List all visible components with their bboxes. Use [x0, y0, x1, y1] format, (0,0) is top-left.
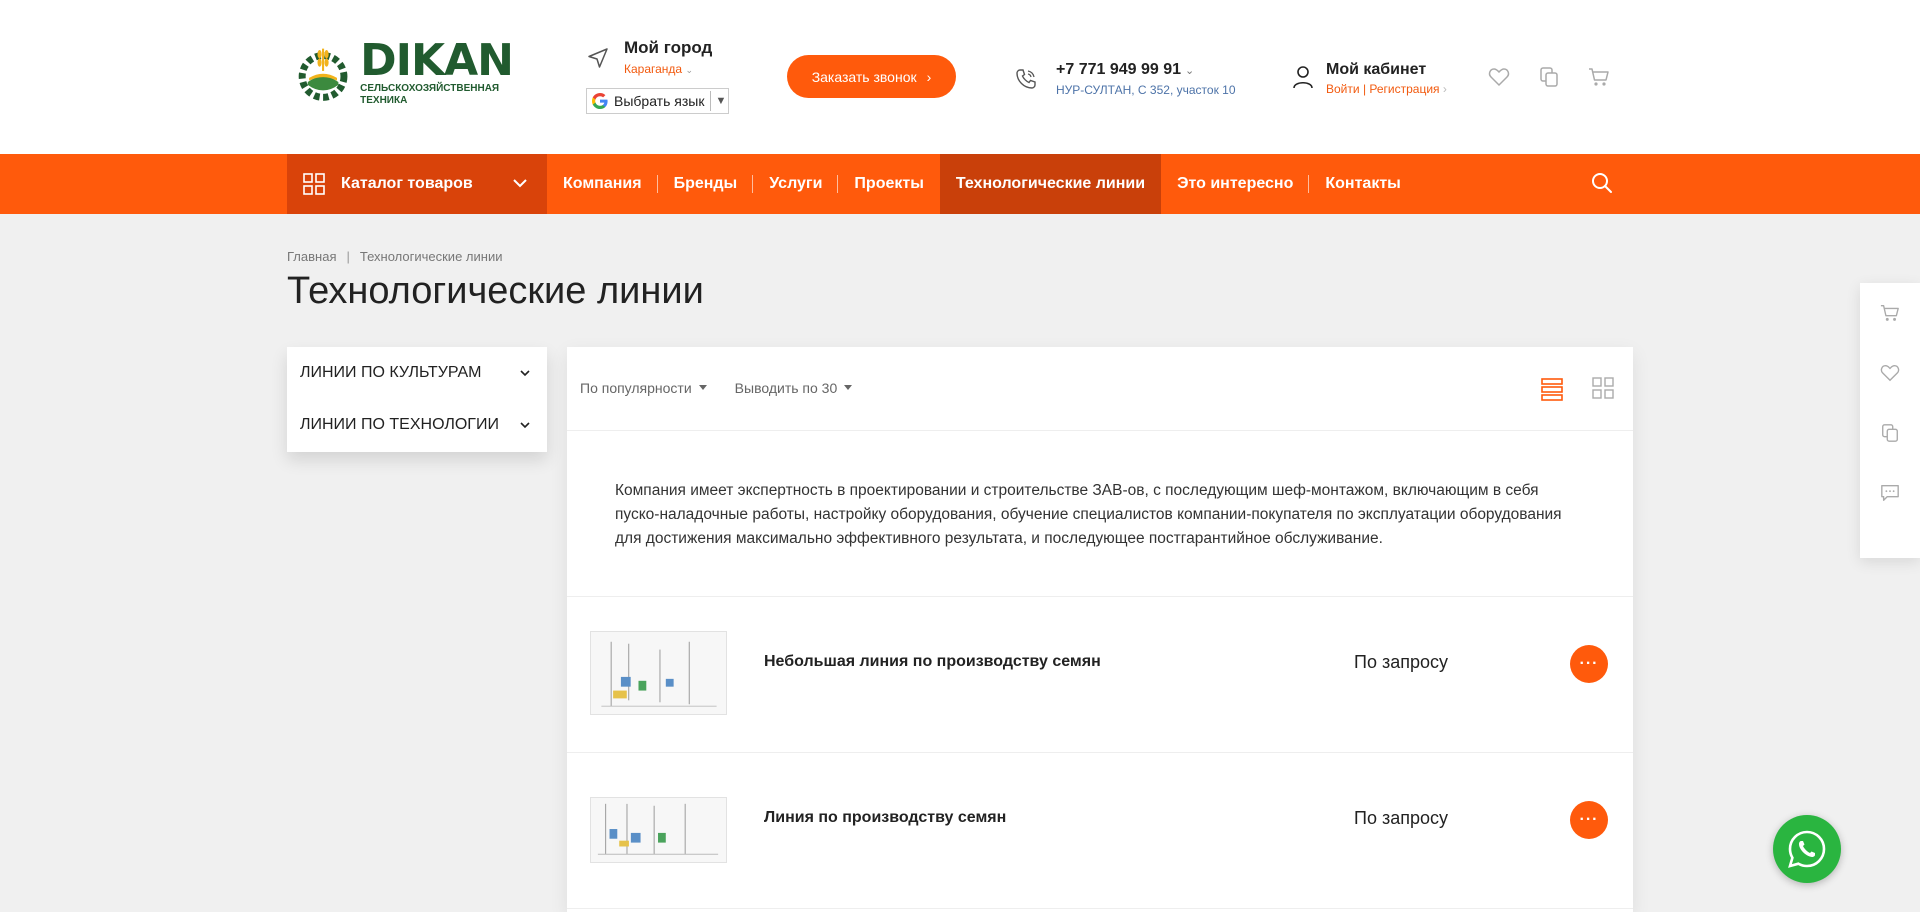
product-price: По запросу — [1354, 652, 1448, 672]
chevron-down-icon[interactable]: ⌄ — [1185, 65, 1194, 77]
order-call-button[interactable]: Заказать звонок › — [787, 55, 956, 98]
breadcrumb-current: Технологические линии — [359, 249, 503, 264]
compare-icon[interactable] — [1880, 423, 1900, 443]
grid-icon — [303, 173, 325, 195]
product-thumbnail[interactable] — [590, 797, 727, 863]
breadcrumb: Главная | Технологические линии — [287, 249, 502, 264]
chevron-down-icon: ⌄ — [685, 65, 693, 75]
cart-icon[interactable] — [1880, 303, 1900, 323]
cart-icon[interactable] — [1588, 66, 1610, 88]
city-value[interactable]: Караганда ⌄ — [624, 62, 712, 76]
page-title: Технологические линии — [287, 270, 704, 312]
chevron-down-icon — [520, 370, 530, 377]
nav-item-interesting[interactable]: Это интересно — [1161, 154, 1310, 214]
nav-item-brands[interactable]: Бренды — [658, 154, 754, 214]
divider — [710, 91, 712, 111]
heart-icon[interactable] — [1488, 66, 1510, 88]
filter-label: ЛИНИИ ПО ТЕХНОЛОГИИ — [300, 416, 499, 433]
link-separator: | — [1362, 82, 1367, 96]
catalog-content: По популярности Выводить по 30 Компания … — [567, 347, 1633, 912]
product-name[interactable]: Небольшая линия по производству семян — [764, 653, 1101, 671]
order-call-label: Заказать звонок — [811, 68, 917, 85]
catalog-label: Каталог товаров — [341, 175, 473, 192]
cabinet-title: Мой кабинет — [1326, 61, 1427, 78]
sort-dropdown[interactable]: По популярности — [580, 380, 707, 396]
more-button[interactable]: ··· — [1570, 801, 1608, 839]
login-link[interactable]: Войти — [1326, 82, 1360, 96]
product-row[interactable]: Линия по производству семян По запросу ·… — [567, 753, 1633, 909]
city-label: Мой город — [624, 38, 713, 57]
product-price: По запросу — [1354, 808, 1448, 828]
chevron-right-icon: › — [1442, 82, 1447, 96]
catalog-button[interactable]: Каталог товаров — [287, 154, 547, 214]
section-description: Компания имеет экспертность в проектиров… — [567, 431, 1633, 597]
logo-subtitle-2: ТЕХНИКА — [360, 95, 408, 106]
site-header: DIKAN СЕЛЬСКОХОЗЯЙСТВЕННАЯ ТЕХНИКА Мой г… — [0, 0, 1920, 154]
product-row[interactable]: Небольшая линия по производству семян По… — [567, 597, 1633, 753]
register-link[interactable]: Регистрация — [1369, 82, 1439, 96]
heart-icon[interactable] — [1880, 363, 1900, 383]
logo[interactable]: DIKAN СЕЛЬСКОХОЗЯЙСТВЕННАЯ ТЕХНИКА — [298, 30, 514, 116]
caret-down-icon — [698, 385, 707, 390]
breadcrumb-separator: | — [346, 249, 350, 264]
whatsapp-button[interactable] — [1773, 815, 1841, 883]
per-page-dropdown[interactable]: Выводить по 30 — [735, 380, 853, 396]
my-cabinet[interactable]: Мой кабинет Войти | Регистрация › — [1292, 61, 1447, 96]
product-name[interactable]: Линия по производству семян — [764, 809, 1006, 827]
phone-number[interactable]: +7 771 949 99 91 — [1056, 61, 1181, 78]
language-label: Выбрать язык — [614, 93, 705, 109]
whatsapp-icon — [1788, 830, 1826, 868]
breadcrumb-home[interactable]: Главная — [287, 249, 336, 264]
main-nav: Каталог товаров Компания Бренды Услуги П… — [0, 154, 1920, 214]
search-icon[interactable] — [1590, 171, 1614, 195]
compare-icon[interactable] — [1538, 66, 1560, 88]
phone-icon — [1016, 69, 1036, 89]
chat-icon[interactable] — [1880, 483, 1900, 503]
more-button[interactable]: ··· — [1570, 645, 1608, 683]
phone-block[interactable]: +7 771 949 99 91 ⌄ НУР-СУЛТАН, С 352, уча… — [1014, 61, 1236, 97]
logo-subtitle-1: СЕЛЬСКОХОЗЯЙСТВЕННАЯ — [360, 83, 500, 94]
language-select[interactable]: Выбрать язык ▼ — [586, 88, 729, 114]
city-selector[interactable]: Мой город Караганда ⌄ — [586, 38, 712, 76]
floating-side-panel — [1860, 283, 1920, 558]
logo-title: DIKAN — [360, 35, 514, 86]
nav-item-company[interactable]: Компания — [547, 154, 658, 214]
filter-label: ЛИНИИ ПО КУЛЬТУРАМ — [300, 364, 482, 381]
filter-by-culture[interactable]: ЛИНИИ ПО КУЛЬТУРАМ — [287, 347, 547, 399]
caret-down-icon — [844, 385, 853, 390]
nav-item-projects[interactable]: Проекты — [838, 154, 939, 214]
chevron-down-icon — [520, 422, 530, 429]
grid-view-icon[interactable] — [1592, 377, 1614, 399]
logo-gear-icon — [298, 48, 348, 101]
filters-sidebar: ЛИНИИ ПО КУЛЬТУРАМ ЛИНИИ ПО ТЕХНОЛОГИИ — [287, 347, 547, 452]
chevron-down-icon — [513, 179, 527, 188]
filter-by-technology[interactable]: ЛИНИИ ПО ТЕХНОЛОГИИ — [287, 399, 547, 451]
nav-item-contacts[interactable]: Контакты — [1309, 154, 1416, 214]
nav-item-services[interactable]: Услуги — [753, 154, 839, 214]
nav-item-tech-lines[interactable]: Технологические линии — [939, 154, 1162, 214]
product-thumbnail[interactable] — [590, 631, 727, 715]
address: НУР-СУЛТАН, С 352, участок 10 — [1056, 83, 1236, 97]
location-arrow-icon — [588, 48, 608, 68]
user-icon — [1293, 66, 1313, 89]
list-view-icon[interactable] — [1541, 377, 1563, 401]
google-icon — [592, 93, 608, 109]
sort-toolbar: По популярности Выводить по 30 — [567, 347, 1633, 431]
chevron-right-icon: › — [926, 68, 932, 85]
dropdown-arrow-icon: ▼ — [715, 95, 727, 107]
